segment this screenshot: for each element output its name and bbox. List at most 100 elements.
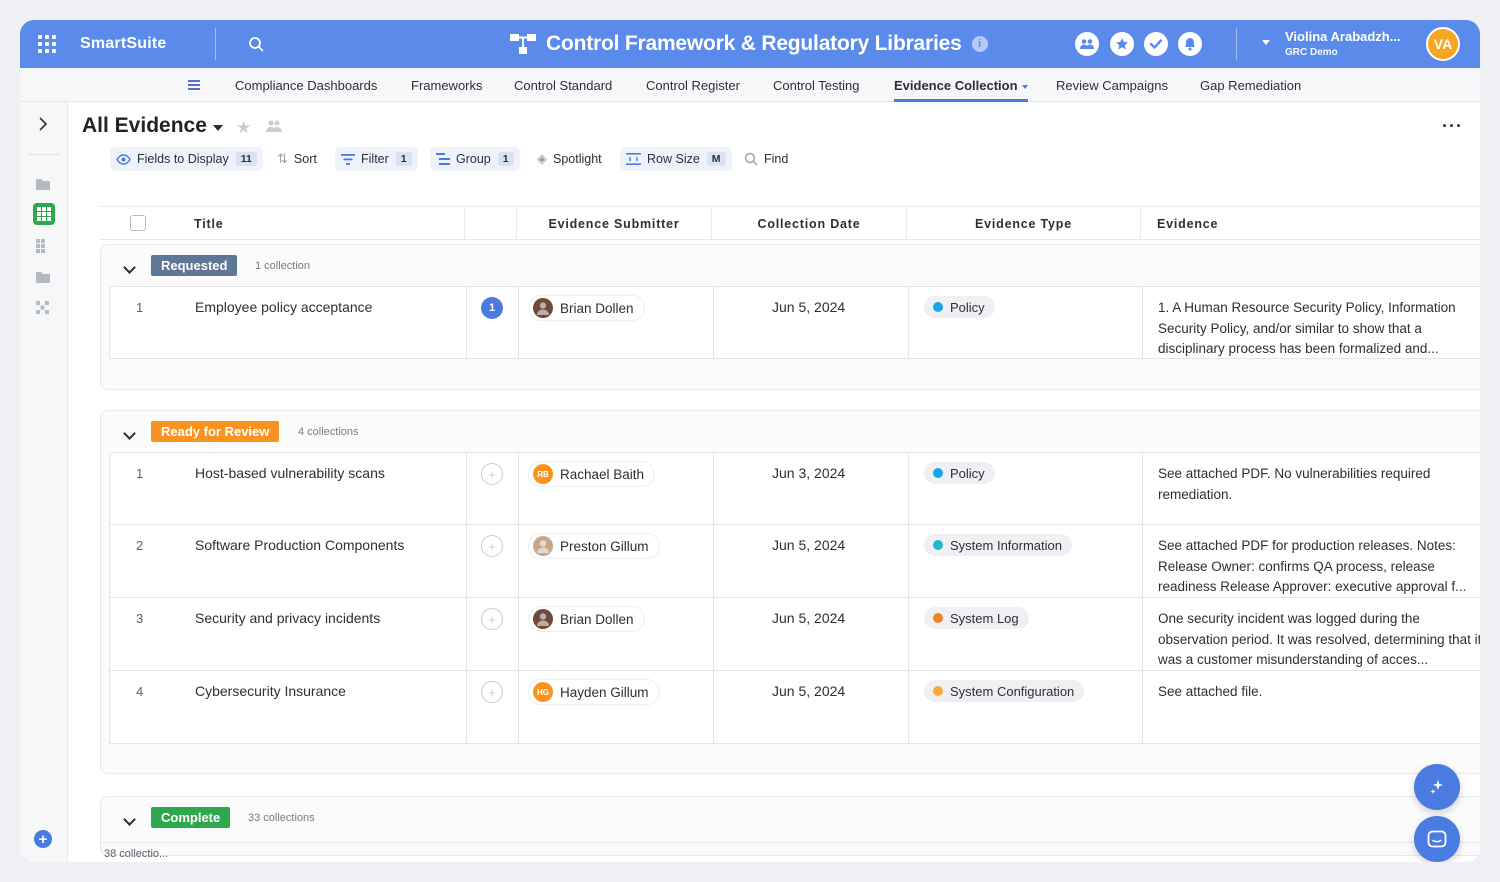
record-title[interactable]: Security and privacy incidents bbox=[195, 610, 380, 626]
comment-count-icon[interactable]: 1 bbox=[481, 297, 503, 319]
chat-icon bbox=[1427, 830, 1447, 848]
submitter-chip[interactable]: Preston Gillum bbox=[528, 533, 660, 559]
table-row[interactable]: 1 Host-based vulnerability scans + RB Ra… bbox=[109, 452, 1480, 525]
toolbar-label: Sort bbox=[293, 152, 317, 166]
submitter-name: Brian Dollen bbox=[560, 611, 634, 627]
status-dot bbox=[933, 613, 943, 623]
row-size-button[interactable]: Row Size M bbox=[620, 147, 732, 171]
record-title[interactable]: Employee policy acceptance bbox=[195, 299, 372, 315]
chevron-down-icon[interactable] bbox=[1262, 40, 1270, 45]
sort-button[interactable]: ⇅ Sort bbox=[271, 147, 323, 171]
tab-compliance-dashboards[interactable]: Compliance Dashboards bbox=[235, 78, 377, 93]
add-icon[interactable]: + bbox=[34, 830, 52, 848]
chevron-down-icon[interactable] bbox=[123, 427, 136, 440]
toolbar-label: Spotlight bbox=[553, 152, 602, 166]
grid-app-icon[interactable] bbox=[34, 237, 52, 255]
info-icon[interactable]: i bbox=[971, 36, 988, 52]
column-header-submitter[interactable]: Evidence Submitter bbox=[517, 207, 712, 240]
evidence-type-label: System Log bbox=[950, 610, 1019, 626]
hamburger-icon[interactable] bbox=[188, 80, 200, 90]
star-icon[interactable]: ★ bbox=[236, 118, 251, 138]
tab-gap-remediation[interactable]: Gap Remediation bbox=[1200, 78, 1301, 93]
evidence-type-chip[interactable]: System Log bbox=[924, 607, 1029, 629]
evidence-type-chip[interactable]: System Configuration bbox=[924, 680, 1085, 702]
tab-review-campaigns[interactable]: Review Campaigns bbox=[1056, 78, 1168, 93]
tab-evidence-collection[interactable]: Evidence Collection bbox=[894, 78, 1028, 93]
toolbar-label: Row Size bbox=[647, 152, 700, 166]
ai-assistant-button[interactable] bbox=[1414, 764, 1460, 810]
table-row[interactable]: 4 Cybersecurity Insurance + HG Hayden Gi… bbox=[109, 671, 1480, 744]
evidence-type-chip[interactable]: Policy bbox=[924, 462, 995, 484]
record-title[interactable]: Host-based vulnerability scans bbox=[195, 465, 385, 481]
column-header-title[interactable]: Title bbox=[100, 207, 465, 240]
tab-control-testing[interactable]: Control Testing bbox=[773, 78, 859, 93]
chevron-down-icon[interactable] bbox=[123, 813, 136, 826]
submitter-chip[interactable]: Brian Dollen bbox=[528, 295, 645, 321]
record-title[interactable]: Software Production Components bbox=[195, 537, 404, 553]
evidence-type-chip[interactable]: System Information bbox=[924, 534, 1072, 556]
tab-control-register[interactable]: Control Register bbox=[646, 78, 740, 93]
grid-view-icon[interactable] bbox=[33, 203, 55, 225]
check-icon[interactable] bbox=[1144, 32, 1168, 56]
chevron-down-icon[interactable] bbox=[123, 261, 136, 274]
add-comment-icon[interactable]: + bbox=[481, 535, 503, 557]
evidence-text: One security incident was logged during … bbox=[1158, 611, 1480, 667]
column-header-date[interactable]: Collection Date bbox=[712, 207, 907, 240]
column-header-type[interactable]: Evidence Type bbox=[907, 207, 1141, 240]
top-bar: SmartSuite Control Framework & Regulator… bbox=[20, 20, 1480, 68]
filter-button[interactable]: Filter 1 bbox=[335, 147, 418, 171]
avatar[interactable]: VA bbox=[1426, 27, 1460, 61]
apps-grid-icon[interactable] bbox=[38, 35, 56, 53]
table-row[interactable]: 1 Employee policy acceptance 1 Brian Dol… bbox=[109, 286, 1480, 359]
star-badge-icon[interactable] bbox=[1110, 32, 1134, 56]
title-cell bbox=[110, 287, 467, 358]
find-button[interactable]: Find bbox=[738, 147, 794, 171]
user-name[interactable]: Violina Arabadzh... bbox=[1285, 29, 1401, 44]
table-header: Title Evidence Submitter Collection Date… bbox=[100, 206, 1480, 240]
avatar-initials: HG bbox=[537, 687, 549, 697]
add-comment-icon[interactable]: + bbox=[481, 608, 503, 630]
app-title-area: Control Framework & Regulatory Libraries… bbox=[510, 31, 988, 57]
evidence-text: 1. A Human Resource Security Policy, Inf… bbox=[1158, 300, 1456, 356]
date-cell bbox=[714, 598, 909, 670]
dots-grid-icon[interactable] bbox=[34, 299, 52, 317]
record-title[interactable]: Cybersecurity Insurance bbox=[195, 683, 346, 699]
evidence-text: See attached file. bbox=[1158, 684, 1263, 699]
chat-button[interactable] bbox=[1414, 816, 1460, 862]
add-comment-icon[interactable]: + bbox=[481, 681, 503, 703]
chevron-down-icon bbox=[1021, 84, 1028, 89]
submitter-chip[interactable]: HG Hayden Gillum bbox=[528, 679, 660, 705]
more-options-icon[interactable]: ··· bbox=[1442, 116, 1463, 137]
tab-control-standard[interactable]: Control Standard bbox=[514, 78, 612, 93]
row-size-badge: M bbox=[706, 152, 726, 166]
bell-icon[interactable] bbox=[1178, 32, 1202, 56]
search-icon[interactable] bbox=[248, 36, 264, 52]
table-row[interactable]: 2 Software Production Components + Prest… bbox=[109, 525, 1480, 598]
fields-to-display-button[interactable]: Fields to Display 11 bbox=[110, 147, 263, 171]
view-title[interactable]: All Evidence bbox=[82, 114, 207, 138]
submitter-chip[interactable]: Brian Dollen bbox=[528, 606, 645, 632]
add-comment-icon[interactable]: + bbox=[481, 463, 503, 485]
toolbar-label: Filter bbox=[361, 152, 389, 166]
group-button[interactable]: Group 1 bbox=[430, 147, 520, 171]
table-row[interactable]: 3 Security and privacy incidents + Brian… bbox=[109, 598, 1480, 671]
people-icon[interactable] bbox=[265, 119, 283, 133]
submitter-chip[interactable]: RB Rachael Baith bbox=[528, 461, 656, 487]
avatar bbox=[533, 609, 553, 629]
tab-frameworks[interactable]: Frameworks bbox=[411, 78, 483, 93]
evidence-type-chip[interactable]: Policy bbox=[924, 296, 995, 318]
status-dot bbox=[933, 540, 943, 550]
row-number: 1 bbox=[136, 466, 144, 481]
column-header-evidence[interactable]: Evidence bbox=[1141, 207, 1480, 240]
folder-icon[interactable] bbox=[34, 175, 52, 193]
spotlight-button[interactable]: ◈ Spotlight bbox=[531, 147, 608, 171]
team-icon[interactable] bbox=[1075, 32, 1099, 56]
avatar-initials: RB bbox=[537, 469, 549, 479]
collection-date: Jun 3, 2024 bbox=[772, 465, 846, 481]
folder-icon[interactable] bbox=[34, 268, 52, 286]
chevron-right-icon[interactable] bbox=[37, 117, 49, 131]
column-header-comments[interactable] bbox=[465, 207, 517, 240]
brand-logo[interactable]: SmartSuite bbox=[80, 35, 166, 53]
person-photo-icon bbox=[537, 613, 549, 626]
chevron-down-icon[interactable] bbox=[213, 125, 223, 131]
